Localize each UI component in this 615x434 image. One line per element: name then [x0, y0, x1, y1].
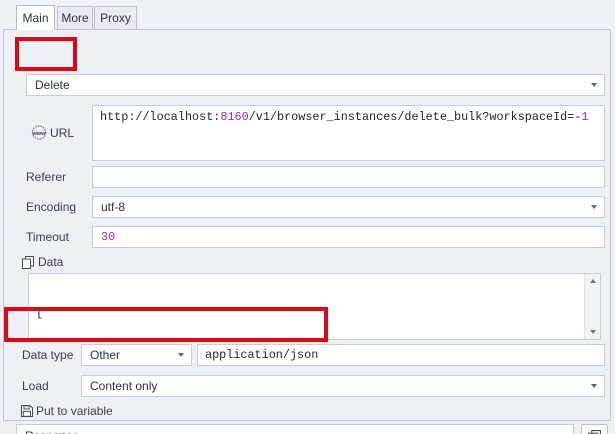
save-floppy-icon	[21, 405, 33, 417]
mime-type-value: application/json	[205, 348, 318, 362]
mime-type-input[interactable]: application/json	[197, 344, 605, 366]
load-value: Content only	[82, 379, 157, 393]
data-type-value: Other	[82, 348, 120, 362]
copy-pages-icon	[22, 256, 34, 269]
copy-pages-icon	[588, 430, 601, 434]
method-combobox[interactable]: Delete	[26, 74, 605, 96]
scroll-up-icon[interactable]	[590, 279, 596, 283]
referer-input[interactable]	[92, 166, 605, 188]
put-to-variable-label: Put to variable	[36, 404, 113, 418]
tab-main[interactable]: Main	[16, 5, 55, 30]
data-scrollbar[interactable]	[584, 274, 600, 339]
chevron-down-icon	[591, 384, 597, 388]
url-input[interactable]: http://localhost:8160/v1/browser_instanc…	[92, 105, 605, 161]
encoding-combobox[interactable]: utf-8	[92, 196, 605, 218]
timeout-value: 30	[101, 230, 115, 244]
scroll-down-icon[interactable]	[590, 330, 596, 334]
url-value: http://localhost:8160/v1/browser_instanc…	[100, 110, 589, 124]
data-editor[interactable]: [ "c98b47b8-568e-41e1-bc2c-d9e015488d0b"…	[28, 273, 601, 340]
put-to-variable-label-group: Put to variable	[21, 404, 113, 418]
data-label-group: Data	[22, 255, 63, 269]
encoding-value: utf-8	[93, 200, 125, 214]
http-request-settings-window: Main More Proxy Delete www URL http://lo…	[0, 0, 615, 434]
method-value: Delete	[27, 78, 70, 92]
tab-proxy[interactable]: Proxy	[94, 6, 137, 29]
load-combobox[interactable]: Content only	[81, 375, 605, 397]
main-tab-panel: Delete www URL http://localhost:8160/v1/…	[3, 29, 611, 421]
chevron-down-icon	[178, 353, 184, 357]
globe-www-icon: www	[31, 125, 47, 140]
data-line: [	[36, 306, 576, 320]
put-to-variable-value: Response	[17, 429, 79, 434]
tab-more[interactable]: More	[57, 6, 93, 29]
data-label: Data	[38, 255, 63, 269]
data-type-combobox[interactable]: Other	[81, 344, 192, 366]
chevron-down-icon	[591, 205, 597, 209]
url-label: URL	[50, 126, 74, 140]
svg-text:www: www	[32, 131, 46, 137]
url-label-group: www URL	[31, 125, 74, 140]
load-label: Load	[22, 379, 49, 393]
put-to-variable-combobox[interactable]: Response	[16, 424, 574, 434]
encoding-label: Encoding	[26, 200, 76, 214]
timeout-label: Timeout	[26, 230, 69, 244]
data-type-label: Data type	[22, 348, 73, 362]
chevron-down-icon	[591, 83, 597, 87]
referer-label: Referer	[26, 170, 66, 184]
timeout-input[interactable]: 30	[92, 226, 605, 248]
copy-variable-button[interactable]	[581, 424, 608, 434]
